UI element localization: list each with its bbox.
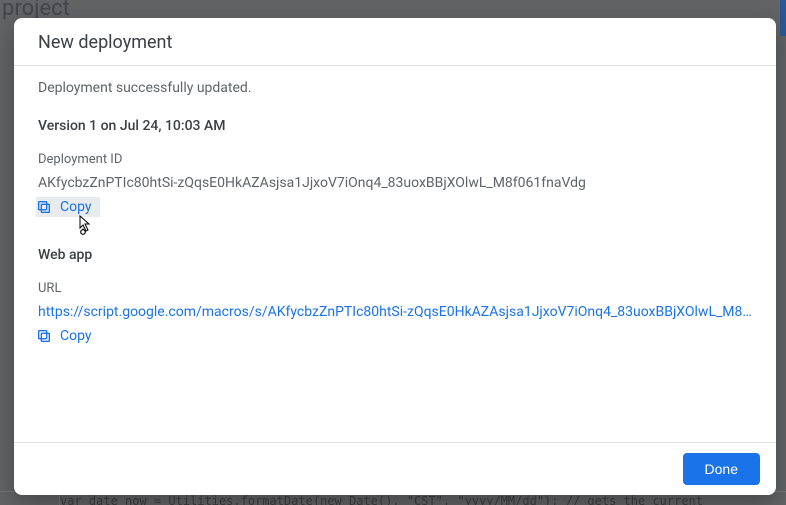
copy-icon	[36, 328, 52, 344]
url-label: URL	[38, 281, 752, 296]
deployment-id-label: Deployment ID	[38, 152, 752, 167]
copy-url-label: Copy	[60, 328, 92, 344]
copy-deployment-id-button[interactable]: Copy	[36, 197, 100, 217]
version-line: Version 1 on Jul 24, 10:03 AM	[38, 118, 752, 134]
web-app-heading: Web app	[38, 247, 752, 263]
copy-icon	[36, 199, 52, 215]
deployment-dialog: New deployment Deployment successfully u…	[14, 18, 776, 495]
dialog-footer: Done	[14, 442, 776, 495]
copy-url-button[interactable]: Copy	[36, 326, 96, 346]
web-app-url[interactable]: https://script.google.com/macros/s/AKfyc…	[38, 304, 752, 320]
dialog-body: Deployment successfully updated. Version…	[14, 66, 776, 442]
done-button[interactable]: Done	[683, 453, 760, 485]
success-message: Deployment successfully updated.	[38, 80, 752, 96]
dialog-title: New deployment	[38, 32, 752, 53]
deployment-id-value: AKfycbzZnPTIc80htSi-zQqsE0HkAZAsjsa1Jjxo…	[38, 175, 752, 191]
dialog-header: New deployment	[14, 18, 776, 66]
copy-deployment-id-label: Copy	[60, 199, 92, 215]
